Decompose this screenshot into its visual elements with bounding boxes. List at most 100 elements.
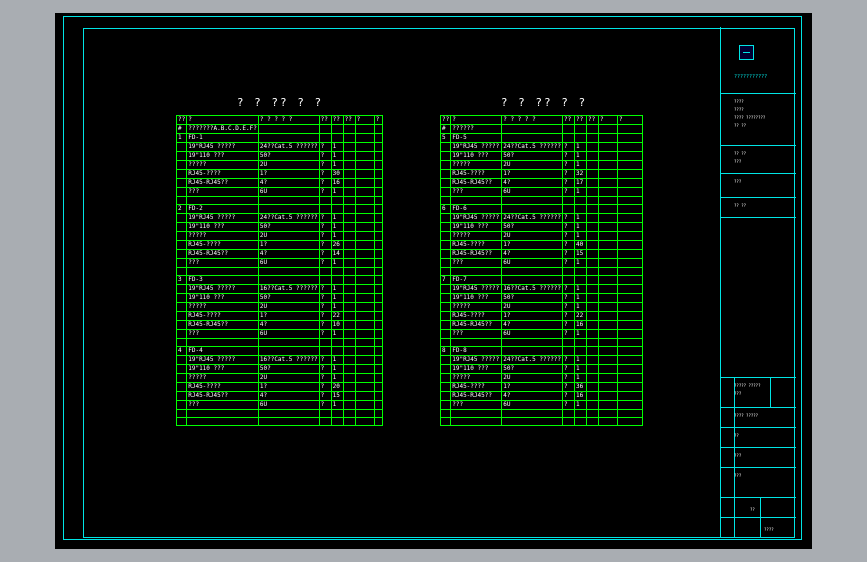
left-table-cell: ? bbox=[318, 142, 332, 152]
right-table-row: RJ45-???? 1?? 32 bbox=[439, 169, 643, 179]
left-table-cell: ? bbox=[318, 302, 332, 312]
left-table-cell: 1 bbox=[330, 329, 344, 339]
left-table-cell bbox=[342, 267, 356, 276]
left-table-row: 3 FD-3 bbox=[175, 275, 384, 285]
right-table-cell bbox=[598, 417, 619, 426]
right-table-cell bbox=[501, 267, 564, 276]
left-table-cell: RJ45-???? bbox=[186, 240, 259, 250]
title-block-field: ?? bbox=[734, 433, 739, 438]
right-table-cell bbox=[617, 382, 643, 392]
left-table-cell bbox=[373, 275, 384, 285]
right-table-cell bbox=[617, 231, 643, 241]
right-table-cell bbox=[439, 258, 452, 268]
right-table-row: 19"RJ45 ????? 16??Cat.5 ??????? 1 bbox=[439, 284, 643, 294]
right-table-cell bbox=[439, 329, 452, 339]
right-table-cell bbox=[586, 142, 600, 152]
left-table-cell: 1 bbox=[330, 293, 344, 303]
right-table-cell bbox=[586, 249, 600, 259]
right-table-cell bbox=[617, 409, 643, 418]
left-table-cell: ? bbox=[318, 311, 332, 321]
left-table-cell bbox=[342, 311, 356, 321]
left-equipment-table: ???? ? ? ? ????????? # ???????A.B.C.D.E.F?… bbox=[175, 115, 384, 426]
left-table-cell: RJ45-RJ45?? bbox=[186, 391, 259, 401]
right-table-cell bbox=[586, 196, 600, 205]
left-table-cell bbox=[373, 329, 384, 339]
right-table-cell: 19"110 ??? bbox=[450, 364, 503, 374]
right-table-cell: 1 bbox=[574, 355, 588, 365]
left-table-cell: 4? bbox=[257, 178, 320, 188]
left-table-cell bbox=[373, 151, 384, 161]
left-table-cell bbox=[373, 160, 384, 170]
left-table-cell bbox=[342, 417, 356, 426]
right-table-cell bbox=[586, 258, 600, 268]
left-table-row bbox=[175, 196, 384, 205]
right-table-cell bbox=[450, 409, 503, 418]
right-table-cell: 1 bbox=[574, 400, 588, 410]
left-table-cell bbox=[318, 124, 332, 134]
left-table-cell bbox=[342, 320, 356, 330]
sheet-number: ?? bbox=[750, 507, 755, 512]
left-table-cell: ? bbox=[318, 258, 332, 268]
left-table-cell: 3 bbox=[175, 275, 188, 285]
left-table-cell bbox=[373, 382, 384, 392]
right-table-cell bbox=[586, 329, 600, 339]
left-table-cell bbox=[354, 293, 375, 303]
right-table-cell bbox=[574, 417, 588, 426]
left-table-cell bbox=[354, 196, 375, 205]
left-table-cell: ? bbox=[318, 213, 332, 223]
right-table-cell: 8 bbox=[439, 346, 452, 356]
left-table-row: ??? 6U? 1 bbox=[175, 258, 384, 268]
right-table-cell bbox=[598, 187, 619, 197]
left-table-row: 19"RJ45 ????? 16??Cat.5 ??????? 1 bbox=[175, 284, 384, 294]
left-table-cell bbox=[373, 267, 384, 276]
left-table-row: ??? 6U? 1 bbox=[175, 400, 384, 410]
left-table-cell: ? bbox=[318, 382, 332, 392]
left-table-cell bbox=[175, 382, 188, 392]
right-table-cell bbox=[617, 267, 643, 276]
left-table-cell bbox=[257, 338, 320, 347]
right-table-cell bbox=[598, 373, 619, 383]
right-table-cell: ? bbox=[562, 311, 576, 321]
right-table-cell: ? bbox=[562, 169, 576, 179]
right-table-cell bbox=[439, 222, 452, 232]
right-table-cell bbox=[598, 364, 619, 374]
right-table-cell bbox=[439, 284, 452, 294]
right-table-cell bbox=[586, 302, 600, 312]
left-table-cell bbox=[175, 311, 188, 321]
right-table-cell: ? bbox=[562, 222, 576, 232]
right-table-row bbox=[439, 409, 643, 418]
right-table-row: ??? 6U? 1 bbox=[439, 400, 643, 410]
left-table-cell: FD-3 bbox=[186, 275, 259, 285]
right-table-cell bbox=[598, 249, 619, 259]
organization-name: ??????????? bbox=[734, 74, 768, 80]
left-table-cell: 4? bbox=[257, 391, 320, 401]
right-table-cell bbox=[439, 151, 452, 161]
left-table-cell bbox=[354, 160, 375, 170]
left-table-cell: 4? bbox=[257, 320, 320, 330]
left-table-cell bbox=[342, 178, 356, 188]
left-table-cell: 1 bbox=[330, 373, 344, 383]
right-table-cell: ? bbox=[562, 329, 576, 339]
left-table-cell: RJ45-RJ45?? bbox=[186, 320, 259, 330]
right-table-cell: ? bbox=[562, 178, 576, 188]
right-table-cell bbox=[586, 311, 600, 321]
right-table-cell: 40 bbox=[574, 240, 588, 250]
title-block-field: ???? ????? bbox=[734, 413, 759, 418]
left-table-cell: 19"RJ45 ????? bbox=[186, 213, 259, 223]
right-table-cell bbox=[450, 267, 503, 276]
left-table-cell bbox=[354, 311, 375, 321]
left-table-cell bbox=[373, 320, 384, 330]
right-table-cell bbox=[617, 249, 643, 259]
right-table-cell bbox=[598, 124, 619, 134]
right-table-cell bbox=[586, 169, 600, 179]
left-table-cell bbox=[342, 346, 356, 356]
right-table-cell bbox=[617, 275, 643, 285]
right-table-cell bbox=[617, 302, 643, 312]
right-table-cell bbox=[598, 169, 619, 179]
left-table-cell: 1? bbox=[257, 311, 320, 321]
title-block-field: ???? bbox=[734, 107, 744, 112]
left-table-row: # ???????A.B.C.D.E.F? bbox=[175, 124, 384, 134]
left-table-cell bbox=[342, 240, 356, 250]
right-table-cell: 1 bbox=[574, 293, 588, 303]
left-table-row: 2 FD-2 bbox=[175, 204, 384, 214]
